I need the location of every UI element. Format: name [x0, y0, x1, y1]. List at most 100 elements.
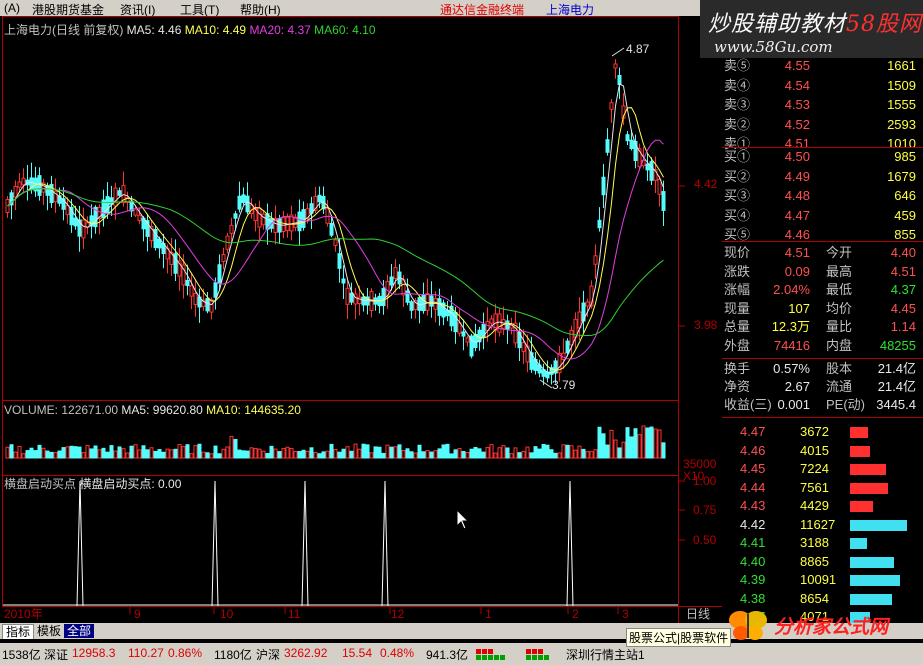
stat-row: 现量 107 均价 4.45 [722, 301, 918, 317]
volume-bar [373, 446, 378, 459]
volume-bar [329, 443, 334, 459]
ask-row: 卖③ 4.53 1555 [722, 97, 918, 113]
ask-row: 卖② 4.52 2593 [722, 117, 918, 133]
volume-bar [185, 444, 190, 459]
indicator-value: 横盘启动买点: 0.00 [79, 477, 182, 491]
volume-bar [661, 442, 666, 459]
fund-label: 净资 [724, 379, 751, 394]
fund-label-2: 流通 [826, 379, 853, 394]
bid-volume: 985 [894, 149, 916, 164]
volume-bar [17, 445, 22, 459]
volume-bar [333, 449, 338, 459]
stat-row: 总量 12.3万 量比 1.14 [722, 319, 918, 335]
x-axis-label-2: 2 [572, 607, 579, 621]
period-label[interactable]: 日线 [686, 607, 710, 621]
volume-bar [421, 451, 426, 459]
candle-body [357, 296, 362, 304]
status-hs-amount: 941.3亿 [426, 648, 469, 662]
candle-body [409, 301, 414, 311]
volume-bar [433, 450, 438, 459]
volume-bar [637, 434, 642, 459]
watermark-88gs: 分析家公式网 [722, 598, 923, 644]
stat-value: 4.51 [784, 245, 810, 260]
depth-row: 4.41 3188 [722, 535, 918, 551]
stat-row: 涨跌 0.09 最高 4.51 [722, 264, 918, 280]
volume-bar [285, 446, 290, 459]
status-amount-left: 1538亿 [2, 648, 41, 662]
stat-value: 2.04% [773, 282, 810, 298]
candle-body [461, 331, 466, 337]
tab-template[interactable]: 模板 [34, 624, 64, 638]
volume-bar [137, 449, 142, 459]
volume-bar [337, 451, 342, 459]
fund-value-2: 3445.4 [876, 397, 916, 412]
watermark-58gu: 炒股辅助教材58股网 www.58Gu.com [700, 0, 923, 58]
volume-bar [621, 441, 626, 459]
candle-body [37, 175, 42, 196]
indicator-spike [566, 480, 574, 607]
tab-indicator[interactable]: 指标 [2, 624, 35, 640]
watermark-url: www.58Gu.com [714, 38, 833, 56]
volume-bar [505, 447, 510, 459]
depth-volume: 7224 [800, 461, 829, 476]
bid-row: 买④ 4.47 459 [722, 208, 918, 224]
candle-body [393, 267, 398, 279]
bid-price: 4.48 [784, 188, 810, 204]
candle-body [541, 369, 546, 377]
candle-body [629, 139, 634, 150]
x-axis-label-9: 9 [134, 607, 141, 621]
depth-price: 4.42 [740, 516, 766, 532]
volume-bar [229, 435, 234, 459]
bid-volume: 1679 [887, 168, 916, 184]
candle-body [649, 161, 654, 181]
volume-bar [537, 448, 542, 459]
candle-body [465, 337, 470, 343]
candle-body [137, 214, 142, 222]
volume-bar [577, 445, 582, 459]
fund-row: 收益(三) 0.001 PE(动) 3445.4 [722, 397, 918, 413]
volume-bar [393, 446, 398, 459]
ask-row: 卖⑤ 4.55 1661 [722, 58, 918, 74]
menu-item-a[interactable]: (A) [4, 1, 20, 15]
stat-value-2: 48255 [879, 338, 916, 353]
ask-price: 4.52 [784, 116, 810, 132]
bid-row: 买① 4.50 985 [722, 149, 918, 165]
depth-bar [850, 519, 907, 531]
volume-bar [549, 449, 554, 459]
volume-bar [189, 453, 194, 459]
candle-body [345, 287, 350, 305]
volume-bar [653, 428, 658, 459]
volume-bar [61, 447, 66, 459]
volume-bar [365, 444, 370, 459]
volume-bar [177, 444, 182, 459]
volume-bar [173, 448, 178, 459]
volume-bar [469, 448, 474, 459]
candle-body [565, 340, 570, 354]
volume-bar [233, 439, 238, 459]
candle-body [433, 298, 438, 310]
indicator-spike [381, 480, 389, 607]
watermark-title: 炒股辅助教材58股网 [708, 12, 923, 37]
volume-bar [197, 443, 202, 459]
volume-bar [509, 453, 514, 459]
depth-bar [850, 427, 868, 438]
fund-value: 2.67 [784, 379, 810, 394]
volume-bar [217, 453, 222, 459]
volume-bar [161, 451, 166, 459]
candle-body [233, 213, 238, 219]
fund-row: 净资 2.67 流通 21.4亿 [722, 379, 918, 395]
stat-value: 107 [788, 300, 810, 316]
watermark2-title: 分析家公式网 [774, 617, 889, 638]
depth-bar [850, 556, 894, 568]
volume-bar [633, 428, 638, 459]
depth-price: 4.41 [740, 535, 766, 550]
status-sz-amount: 1180亿 [214, 648, 252, 662]
candle-body [329, 222, 334, 236]
candle-body [625, 134, 630, 142]
volume-bar [129, 445, 134, 459]
volume-bar [561, 444, 566, 459]
mouse-cursor-icon [456, 509, 470, 530]
tab-all[interactable]: 全部 [64, 624, 95, 638]
x-axis-label-11: 11 [288, 607, 301, 621]
status-sz-pct: 0.86% [168, 646, 203, 660]
